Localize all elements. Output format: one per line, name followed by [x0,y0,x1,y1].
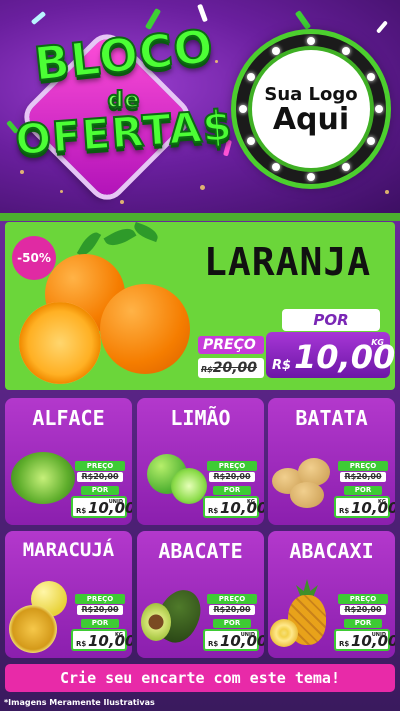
old-price: R$20,00 [340,472,386,482]
por-label: POR [213,486,251,495]
logo-text-line2: Aqui [272,101,350,137]
product-name: ALFACE [32,406,105,430]
sparkle [385,190,389,194]
product-name: LIMÃO [170,406,231,430]
header-banner: BLOCO de OFERTA$ Sua Logo Aqui [0,0,400,213]
new-price: R$ 10,00 UNID [71,496,132,518]
product-name: ABACAXI [289,539,374,563]
por-label: POR [81,486,119,495]
sparkle [60,190,63,193]
preco-label: PREÇO [75,461,125,471]
sparkle [200,185,205,190]
por-label: POR [344,486,382,495]
new-price: R$ 10,00 KG [334,496,395,518]
old-price: R$20,00 [340,605,386,615]
preco-label: PREÇO [207,594,257,604]
product-name: BATATA [295,406,368,430]
product-name: MARACUJÁ [22,539,115,561]
preco-label: PREÇO [75,594,125,604]
product-card-abacate[interactable]: ABACATE PREÇO R$20,00 POR R$ 10,00 UNID [137,531,264,658]
green-divider [0,213,400,221]
preco-label: PREÇO [338,461,388,471]
discount-badge: -50% [12,236,56,280]
orange-image [100,284,190,374]
preco-label: PREÇO [338,594,388,604]
old-price: R$20,00 [209,605,255,615]
pineapple-slice-image [270,619,298,647]
por-label: POR [81,619,119,628]
product-card-maracuja[interactable]: MARACUJÁ PREÇO R$20,00 POR R$ 10,00 KG [5,531,132,658]
sparkle [120,200,124,204]
old-price: R$20,00 [77,472,123,482]
avocado-half-image [141,603,171,641]
new-price: R$ 10,00 UNID [203,629,264,651]
sparkle [20,170,24,174]
product-card-abacaxi[interactable]: ABACAXI PREÇO R$20,00 POR R$ 10,00 UNID [268,531,395,658]
hero-product-name: LARANJA [204,240,372,284]
old-price: R$20,00 [209,472,255,482]
new-price: R$ 10,00 UNID [334,629,395,651]
old-price: R$20,00 [77,605,123,615]
product-card-limao[interactable]: LIMÃO PREÇO R$20,00 POR R$ 10,00 KG [137,398,264,525]
lime-image [171,468,207,504]
lettuce-image [11,452,75,504]
cta-button[interactable]: Crie seu encarte com este tema! [5,664,395,692]
hero-new-price: R$ 10,00 KG [266,332,395,378]
confetti [375,20,389,34]
hero-old-price: R$20,00 [198,358,264,378]
confetti [30,10,47,26]
passion-fruit-image [9,605,57,653]
product-card-alface[interactable]: ALFACE PREÇO R$20,00 POR R$ 10,00 UNID [5,398,132,525]
logo-placeholder[interactable]: Sua Logo Aqui [236,34,386,184]
confetti [294,10,312,30]
orange-half-image [19,302,101,384]
product-name: ABACATE [158,539,243,563]
por-label: POR [213,619,251,628]
logo-inner-circle: Sua Logo Aqui [252,50,370,168]
new-price: R$ 10,00 KG [71,629,132,651]
preco-label: PREÇO [207,461,257,471]
product-card-batata[interactable]: BATATA PREÇO R$20,00 POR R$ 10,00 KG [268,398,395,525]
new-price: R$ 10,00 KG [203,496,264,518]
por-label: POR [344,619,382,628]
potato-image [290,482,324,508]
title-bloco: BLOCO [31,18,217,92]
hero-por-label: POR [282,309,380,331]
disclaimer-footnote: *Imagens Meramente Ilustrativas [4,698,155,707]
hero-preco-label: PREÇO [198,336,264,354]
